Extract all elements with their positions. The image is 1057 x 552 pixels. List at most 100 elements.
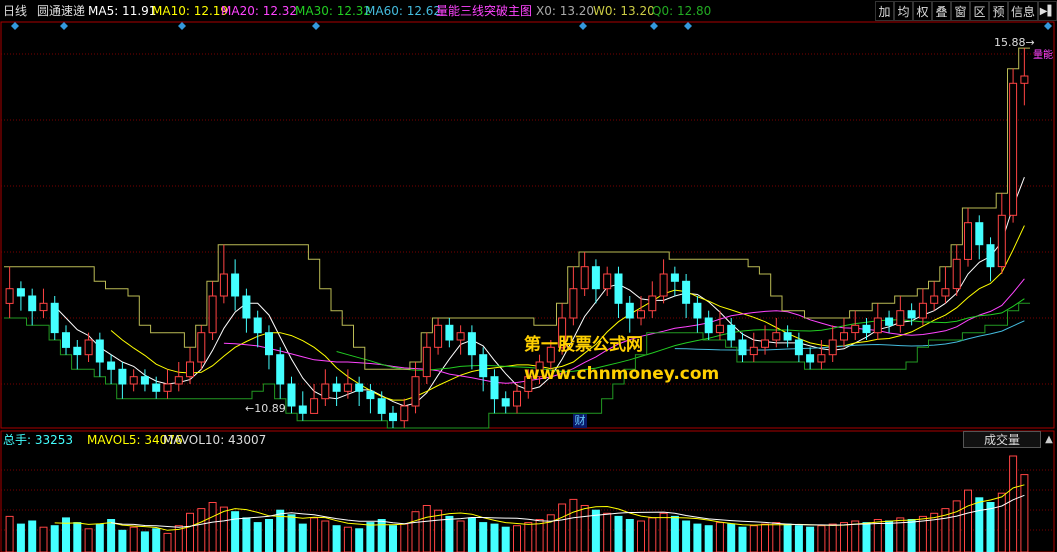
- volume-bar: [952, 500, 961, 552]
- volume-bar: [118, 529, 127, 552]
- candle-body: [231, 273, 240, 297]
- volume-bar: [389, 525, 397, 552]
- indicator-name[interactable]: 量能三线突破主图: [436, 0, 532, 22]
- volume-bar: [321, 520, 330, 552]
- candle-body: [828, 339, 837, 356]
- signal-marker-icon: [650, 22, 658, 30]
- volume-bar: [704, 525, 713, 552]
- volume-bar: [208, 502, 217, 552]
- candle-body: [580, 266, 589, 290]
- candle-body: [975, 222, 984, 246]
- volume-scroll-up-icon[interactable]: ▲: [1043, 432, 1055, 448]
- volume-bar: [885, 520, 894, 552]
- toolbar-average-button[interactable]: 均: [894, 1, 913, 21]
- volume-bar: [479, 522, 488, 552]
- volume-bar: [682, 520, 691, 552]
- volume-bar: [1009, 455, 1018, 552]
- ma10-readout: MA10: 12.19: [152, 4, 229, 18]
- candle-body: [670, 273, 679, 282]
- candle-body: [704, 317, 713, 334]
- candle-body: [107, 361, 116, 370]
- candle-body: [625, 302, 634, 319]
- volume-bar: [986, 502, 995, 552]
- volume-bar: [862, 522, 871, 552]
- stock-name: 圆通速递: [37, 4, 86, 18]
- chart-toolbar: 加 均 权 叠 窗 区 预 信息 ▶▌: [875, 0, 1057, 22]
- candle-body: [411, 376, 420, 407]
- volume-bar: [152, 528, 161, 552]
- volume-bar: [659, 512, 668, 552]
- candle-body: [445, 324, 454, 341]
- candle-body: [1009, 82, 1018, 216]
- volume-bar: [546, 514, 555, 552]
- candle-body: [242, 295, 251, 319]
- volume-bar: [140, 531, 149, 552]
- candle-body: [5, 288, 14, 304]
- low-price-label: ←10.89: [245, 402, 286, 415]
- volume-bar: [287, 514, 296, 552]
- signal-marker-icon: [579, 22, 587, 30]
- x0-readout: X0: 13.20: [536, 4, 595, 18]
- volume-bar: [637, 520, 645, 552]
- volume-indicator-tab[interactable]: 成交量: [963, 431, 1041, 448]
- toolbar-info-button[interactable]: 信息: [1008, 1, 1038, 21]
- candle-body: [377, 398, 386, 414]
- candle-body: [434, 324, 443, 348]
- candle-body: [219, 273, 228, 297]
- candle-body: [140, 376, 149, 385]
- candle-body: [806, 354, 815, 363]
- candle-body: [355, 383, 364, 392]
- candle-body: [715, 324, 724, 334]
- candle-body: [614, 273, 623, 304]
- toolbar-add-button[interactable]: 加: [875, 1, 894, 21]
- volume-bar: [129, 526, 138, 552]
- candle-body: [16, 288, 25, 297]
- candle-body: [885, 317, 894, 326]
- candle-body: [479, 354, 488, 378]
- toolbar-forecast-button[interactable]: 预: [989, 1, 1008, 21]
- candle-body: [964, 222, 972, 260]
- volume-bar: [298, 523, 307, 552]
- w0-readout: W0: 13.20: [593, 4, 655, 18]
- signal-marker-icon: [1044, 22, 1052, 30]
- volume-bar: [840, 522, 848, 552]
- candle-body: [186, 361, 194, 378]
- candle-body: [637, 310, 645, 319]
- volume-bar: [186, 512, 194, 552]
- volume-bar: [16, 523, 25, 552]
- right-tag: 量能: [1033, 50, 1053, 61]
- toolbar-window-button[interactable]: 窗: [951, 1, 970, 21]
- candle-body: [422, 346, 431, 378]
- candle-body: [794, 339, 803, 356]
- ma60-readout: MA60: 12.62: [365, 4, 442, 18]
- candle-body: [152, 383, 161, 392]
- candle-body: [603, 273, 612, 290]
- candle-body: [174, 376, 183, 385]
- volume-bar: [84, 528, 93, 552]
- toolbar-range-button[interactable]: 区: [970, 1, 989, 21]
- candle-body: [208, 295, 217, 334]
- toolbar-weight-button[interactable]: 权: [913, 1, 932, 21]
- candle-body: [332, 383, 341, 392]
- toolbar-collapse-button[interactable]: ▶▌: [1038, 1, 1057, 21]
- candle-body: [648, 295, 657, 312]
- candle-body: [389, 412, 397, 422]
- candle-body: [749, 346, 758, 356]
- volume-bar: [975, 497, 984, 552]
- volume-bar: [107, 519, 116, 552]
- toolbar-overlay-button[interactable]: 叠: [932, 1, 951, 21]
- signal-marker-icon: [11, 22, 19, 30]
- candle-body: [321, 383, 330, 400]
- ma30-readout: MA30: 12.32: [295, 4, 372, 18]
- candle-body: [918, 302, 927, 319]
- period-label[interactable]: 日线: [3, 0, 27, 22]
- finance-badge[interactable]: 财: [573, 414, 587, 428]
- volume-bar: [265, 519, 273, 552]
- signal-marker-icon: [312, 22, 320, 30]
- candle-body: [569, 288, 578, 319]
- candle-body: [28, 295, 37, 312]
- kline-chart: [0, 21, 1055, 552]
- volume-bar: [558, 503, 567, 552]
- volume-bar: [467, 517, 476, 552]
- candle-body: [197, 332, 206, 363]
